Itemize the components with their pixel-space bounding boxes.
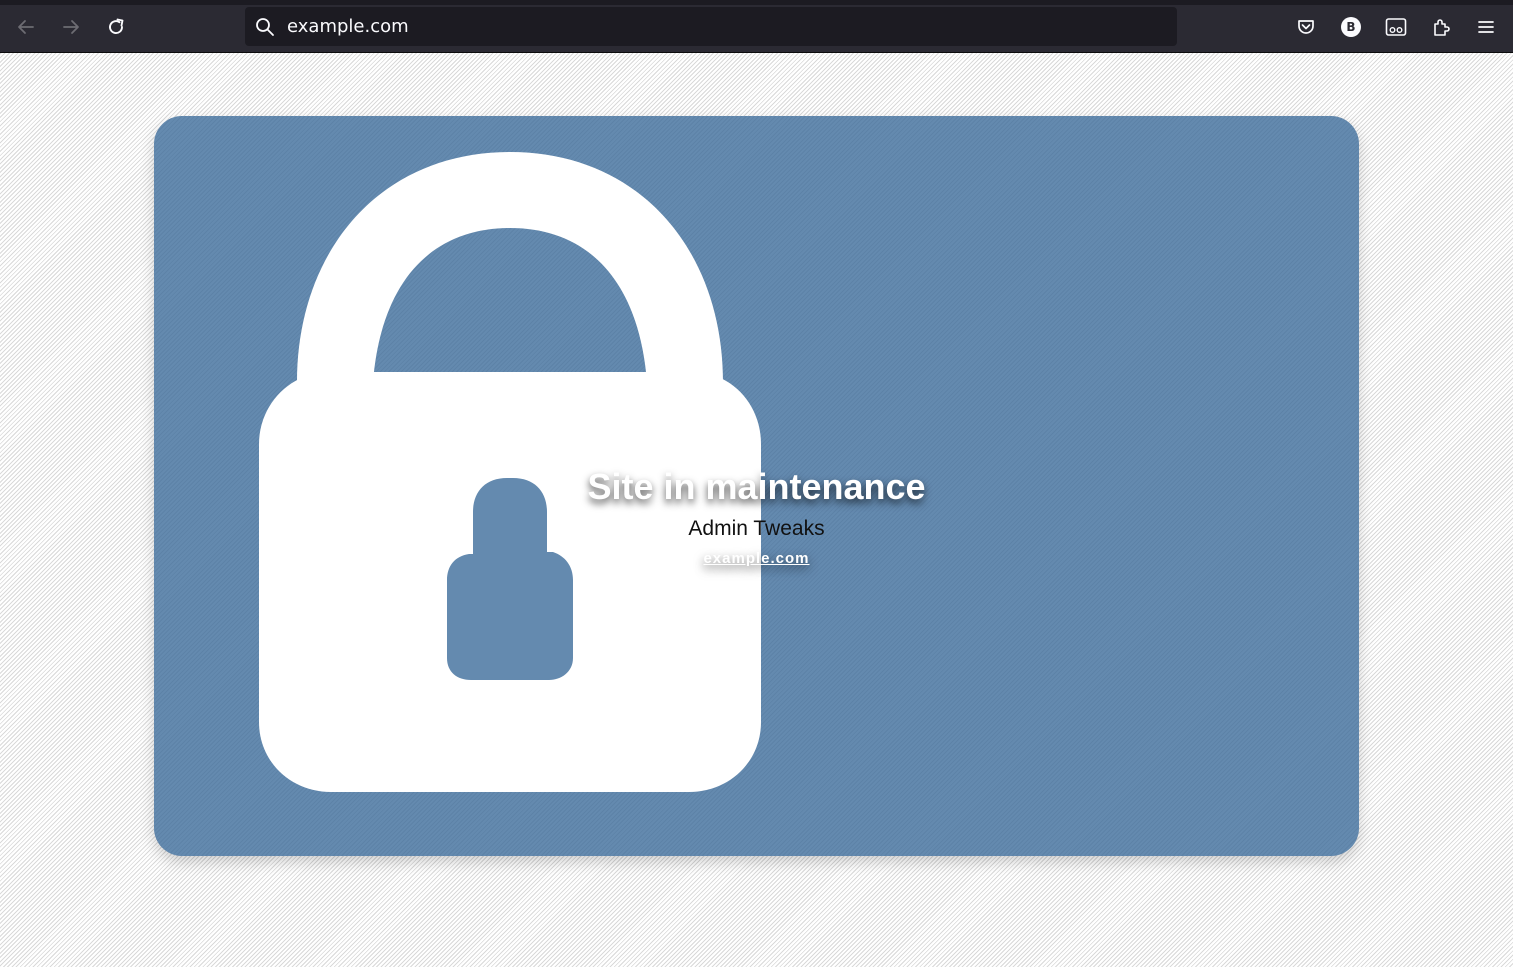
page-viewport: Site in maintenance Admin Tweaks example…: [0, 53, 1513, 967]
pocket-icon: [1298, 20, 1314, 34]
back-arrow-icon: [18, 20, 34, 34]
site-link[interactable]: example.com: [703, 550, 809, 567]
url-bar[interactable]: example.com: [245, 7, 1177, 46]
menu-icon: [1478, 21, 1494, 33]
account-icon: B: [1341, 17, 1361, 37]
search-icon: [256, 18, 274, 36]
tab-strip: [0, 0, 1513, 5]
page-title: Site in maintenance: [587, 466, 926, 507]
maintenance-card: Site in maintenance Admin Tweaks example…: [154, 116, 1359, 856]
extensions-button[interactable]: [1425, 11, 1457, 43]
extensions-icon: [1434, 19, 1450, 36]
forward-arrow-icon: [63, 20, 79, 34]
reader-view-button[interactable]: [1380, 11, 1412, 43]
back-button[interactable]: [10, 11, 42, 43]
site-name: Admin Tweaks: [688, 517, 825, 540]
reload-button[interactable]: [100, 11, 132, 43]
forward-button[interactable]: [55, 11, 87, 43]
pocket-button[interactable]: [1290, 11, 1322, 43]
account-button[interactable]: B: [1335, 11, 1367, 43]
reader-icon: [1385, 18, 1407, 36]
browser-toolbar: example.com B: [0, 0, 1513, 53]
menu-button[interactable]: [1470, 11, 1502, 43]
url-text[interactable]: example.com: [287, 16, 409, 38]
reload-icon: [109, 18, 124, 34]
maintenance-message: Site in maintenance Admin Tweaks example…: [154, 466, 1359, 567]
